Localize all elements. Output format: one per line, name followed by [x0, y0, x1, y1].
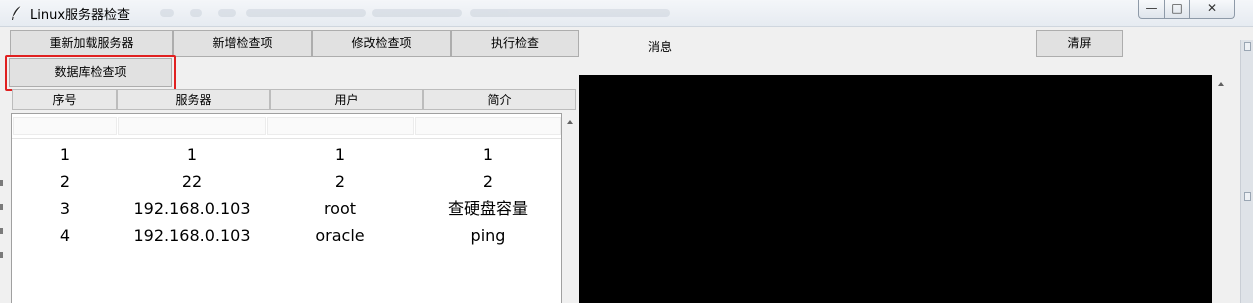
cell-index: 4: [59, 226, 71, 245]
maximize-icon: □: [1171, 1, 1183, 15]
cell-index: 2: [59, 172, 71, 191]
window-controls: — □ ✕: [1138, 0, 1253, 20]
table-filter-row: [12, 114, 561, 139]
cell-user: 2: [334, 172, 346, 191]
window-title: Linux服务器检查: [30, 8, 131, 23]
clear-screen-button[interactable]: 清屏: [1036, 30, 1123, 57]
messages-label: 消息: [648, 40, 673, 54]
cell-server: 192.168.0.103: [133, 226, 251, 245]
table-header: 序号 服务器 用户 简介: [12, 89, 576, 111]
minimize-icon: —: [1145, 1, 1158, 15]
table-row[interactable]: 3 192.168.0.103 root 查硬盘容量: [12, 195, 561, 222]
scroll-up-arrow-icon[interactable]: [567, 120, 573, 124]
run-check-button[interactable]: 执行检查: [451, 30, 579, 57]
table-row[interactable]: 2 22 2 2: [12, 168, 561, 195]
cell-description: ping: [470, 226, 506, 245]
table-row[interactable]: 4 192.168.0.103 oracle ping: [12, 222, 561, 249]
cell-index: 3: [59, 199, 71, 218]
maximize-button[interactable]: □: [1164, 0, 1190, 19]
cell-user: oracle: [315, 226, 365, 245]
background-window-edge: [1240, 40, 1253, 303]
column-header-user[interactable]: 用户: [270, 89, 423, 110]
scroll-up-arrow-icon[interactable]: [1217, 82, 1224, 86]
cell-user: 1: [334, 145, 346, 164]
background-address-bar-ghost: [160, 5, 670, 21]
add-check-button[interactable]: 新增检查项: [173, 30, 312, 57]
reload-servers-button[interactable]: 重新加载服务器: [10, 30, 173, 57]
highlight-box: [5, 55, 176, 91]
close-icon: ✕: [1206, 1, 1218, 15]
server-table[interactable]: 1 1 1 1 2 22 2 2 3 192.168.0.103 root 查硬…: [11, 113, 562, 303]
cell-user: root: [323, 199, 357, 218]
console-scrollbar[interactable]: [1212, 75, 1229, 303]
title-bar: Linux服务器检查 — □ ✕: [0, 0, 1253, 27]
cell-index: 1: [59, 145, 71, 164]
minimize-button[interactable]: —: [1138, 0, 1165, 19]
edit-check-button[interactable]: 修改检查项: [312, 30, 451, 57]
cell-description: 2: [482, 172, 494, 191]
table-row[interactable]: 1 1 1 1: [12, 141, 561, 168]
cell-server: 192.168.0.103: [133, 199, 251, 218]
cell-server: 1: [186, 145, 198, 164]
feather-icon: [12, 5, 22, 20]
column-header-description[interactable]: 简介: [423, 89, 576, 110]
background-window-edge-left: [0, 180, 4, 290]
cell-server: 22: [181, 172, 203, 191]
cell-description: 1: [482, 145, 494, 164]
message-console[interactable]: [579, 75, 1212, 303]
cell-description: 查硬盘容量: [447, 199, 528, 218]
close-button[interactable]: ✕: [1189, 0, 1235, 19]
table-scrollbar[interactable]: [563, 113, 577, 303]
column-header-index[interactable]: 序号: [12, 89, 117, 110]
column-header-server[interactable]: 服务器: [117, 89, 270, 110]
app-window: Linux服务器检查 — □ ✕ 重新加载服务器 新增检查项 修改检查项 执行检…: [0, 0, 1253, 303]
